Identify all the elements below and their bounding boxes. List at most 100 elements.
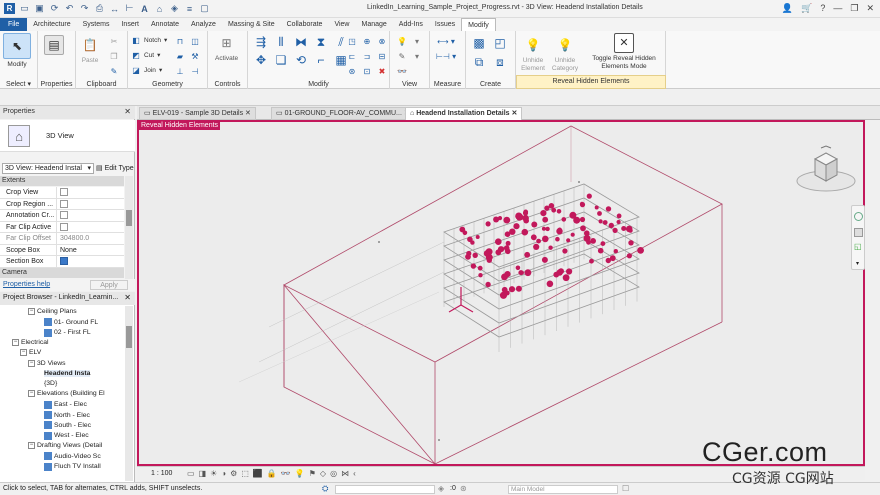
device-marker[interactable] <box>513 223 520 230</box>
device-marker[interactable] <box>505 240 511 246</box>
device-marker[interactable] <box>515 285 522 292</box>
device-marker[interactable] <box>562 274 570 282</box>
properties-button[interactable]: ▤ <box>44 35 64 57</box>
move-icon[interactable]: ✥ <box>252 52 270 68</box>
browser-node[interactable]: Audio-Video Sc <box>44 452 101 461</box>
match-type-icon[interactable]: ✎ <box>108 65 120 77</box>
workset-dropdown[interactable] <box>335 485 435 494</box>
align-icon[interactable]: ⇶ <box>252 34 270 50</box>
browser-node[interactable]: East - Elec <box>44 400 87 409</box>
device-marker[interactable] <box>472 252 478 258</box>
property-checkbox[interactable] <box>60 257 68 265</box>
revit-logo-icon[interactable]: R <box>4 3 15 14</box>
browser-node[interactable]: North - Elec <box>44 411 90 419</box>
device-marker[interactable] <box>589 258 594 264</box>
device-marker[interactable] <box>533 243 540 250</box>
notch-button[interactable]: ◧ Notch ▾ <box>131 35 167 45</box>
device-marker[interactable] <box>551 207 557 213</box>
device-marker[interactable] <box>515 212 523 220</box>
device-marker[interactable] <box>612 227 618 233</box>
tab-issues[interactable]: Issues <box>429 18 461 31</box>
device-marker[interactable] <box>486 257 492 263</box>
sync-icon[interactable]: ⟳ <box>49 3 60 14</box>
browser-node[interactable]: West - Elec <box>44 431 89 440</box>
collapse-icon[interactable]: − <box>28 441 35 449</box>
tab-file[interactable]: File <box>0 18 28 31</box>
beam-join-icon[interactable]: ⊥ <box>174 65 186 77</box>
camera-section[interactable]: Camera <box>0 268 124 278</box>
tab-analyze[interactable]: Analyze <box>185 18 222 31</box>
maximize-icon[interactable]: ❐ <box>850 3 858 14</box>
tab-collaborate[interactable]: Collaborate <box>281 18 329 31</box>
device-marker[interactable] <box>499 246 505 251</box>
close-icon[interactable]: ✕ <box>124 293 131 302</box>
worksets-icon[interactable]: ⛭ <box>322 484 328 494</box>
device-marker[interactable] <box>531 221 538 228</box>
device-marker[interactable] <box>518 270 524 276</box>
close-icon[interactable]: ✕ <box>510 110 517 117</box>
mirror-axis-icon[interactable]: ⧓ <box>292 34 310 50</box>
paste-button[interactable]: 📋 Paste <box>80 35 100 65</box>
browser-node[interactable]: − Electrical <box>12 338 49 346</box>
filter-icon[interactable]: ⊛ <box>460 484 467 493</box>
crop-view-icon[interactable]: ⬚ <box>241 469 249 478</box>
collapse-icon[interactable]: − <box>20 349 27 357</box>
close-views-icon[interactable]: ▢ <box>199 3 210 14</box>
zoom-icon[interactable] <box>854 228 863 237</box>
collapse-icon[interactable]: − <box>28 359 35 367</box>
minimize-icon[interactable]: — <box>833 3 842 14</box>
open-icon[interactable]: ▭ <box>19 3 30 14</box>
cut-icon[interactable]: ✂ <box>108 35 120 47</box>
device-marker[interactable] <box>521 228 529 236</box>
device-marker[interactable] <box>477 265 483 271</box>
sun-path-icon[interactable]: ☀ <box>210 469 217 478</box>
edit-type-button[interactable]: ▤ Edit Type <box>96 163 134 174</box>
browser-node[interactable]: − ELV <box>20 349 41 357</box>
device-marker[interactable] <box>561 217 567 222</box>
device-marker[interactable] <box>600 241 606 246</box>
tab-view[interactable]: View <box>328 18 355 31</box>
property-checkbox[interactable] <box>60 199 68 208</box>
property-checkbox[interactable] <box>60 211 68 219</box>
override-graphics-icon[interactable]: 💡 <box>396 35 408 47</box>
browser-node[interactable]: South - Elec <box>44 421 91 430</box>
analytical-model-icon[interactable]: ◎ <box>330 469 337 478</box>
browser-node[interactable]: −3D Views <box>28 359 66 367</box>
create-assembly-icon[interactable]: ▩ <box>470 35 488 51</box>
device-marker[interactable] <box>579 202 586 208</box>
browser-node[interactable]: {3D} <box>44 380 57 387</box>
view-tab[interactable]: ▭ ELV-019 - Sample 3D Details ✕ <box>139 107 256 120</box>
shadows-icon[interactable]: ◑ <box>221 469 226 478</box>
browser-scroll-thumb[interactable] <box>126 326 132 348</box>
device-marker[interactable] <box>523 217 529 224</box>
create-similar-icon[interactable]: ⧈ <box>491 54 509 70</box>
device-marker[interactable] <box>566 268 573 275</box>
properties-scroll-thumb[interactable] <box>126 210 132 226</box>
instance-selector[interactable]: 3D View: Headend Instal ▾ <box>2 163 94 174</box>
show-crop-icon[interactable]: ⬛ <box>253 469 263 478</box>
device-marker[interactable] <box>573 216 581 224</box>
unhide-element-button[interactable]: 💡 Unhide Element <box>518 35 548 73</box>
device-marker[interactable] <box>542 216 549 223</box>
device-marker[interactable] <box>497 216 503 221</box>
device-marker[interactable] <box>608 222 614 229</box>
device-marker[interactable] <box>501 273 508 281</box>
device-marker[interactable] <box>504 290 510 296</box>
device-marker[interactable] <box>548 245 553 250</box>
device-marker[interactable] <box>546 280 554 288</box>
device-marker[interactable] <box>515 265 521 271</box>
device-marker[interactable] <box>628 240 634 246</box>
nav-dropdown-icon[interactable]: ▾ <box>856 260 859 267</box>
device-marker[interactable] <box>530 234 537 241</box>
property-value[interactable]: None <box>56 244 124 255</box>
design-options-icon[interactable]: ◈ <box>438 484 444 493</box>
device-marker[interactable] <box>475 235 480 239</box>
join-button[interactable]: ◪ Join ▾ <box>131 65 162 75</box>
split-face-icon[interactable]: ◫ <box>189 35 201 47</box>
wall-join-icon[interactable]: ⊓ <box>174 35 186 47</box>
unpin-icon[interactable]: ⊗ <box>376 35 388 47</box>
constraints-icon[interactable]: ⋈ <box>341 469 349 478</box>
view-tab[interactable]: ▭ 01-GROUND_FLOOR-AV_COMMU... ✕ <box>271 107 415 120</box>
device-marker[interactable] <box>594 205 599 210</box>
device-marker[interactable] <box>628 228 633 233</box>
